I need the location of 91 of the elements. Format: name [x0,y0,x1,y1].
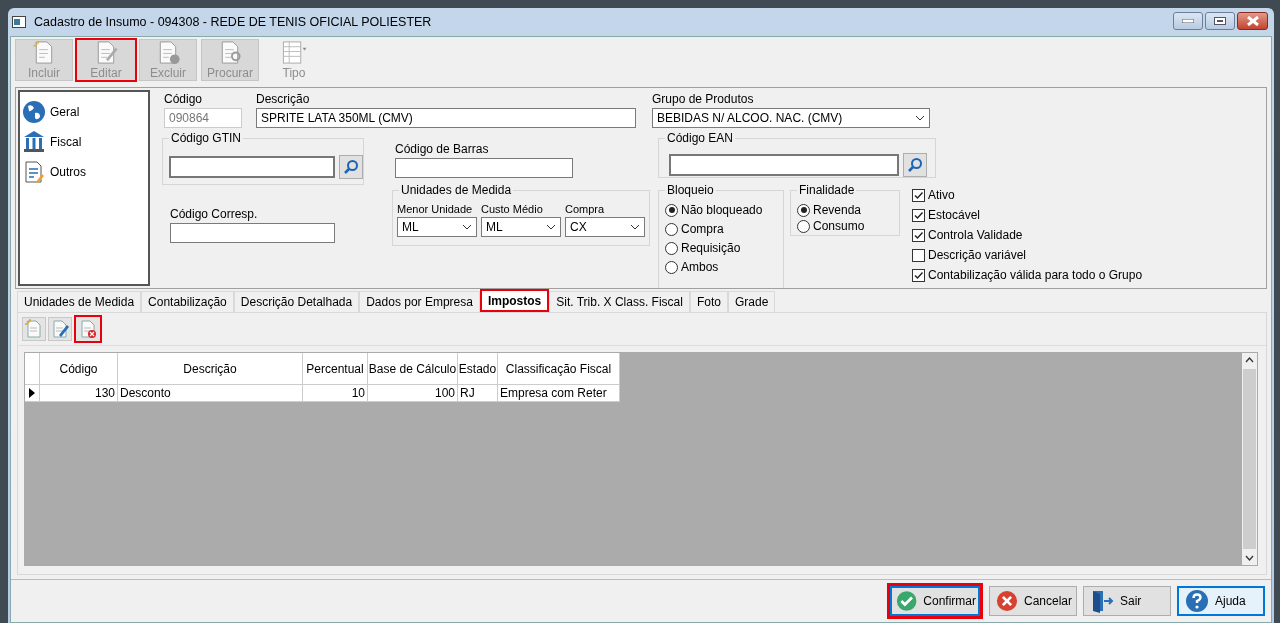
checkmark-icon [913,229,924,241]
radio-option[interactable]: Ambos [665,260,783,274]
help-icon [1185,589,1209,613]
radio-option[interactable]: Não bloqueado [665,203,783,217]
globe-icon [22,100,46,124]
tab[interactable]: Impostos [479,289,550,312]
group-title: Código EAN [665,131,736,145]
table-cell: Desconto [118,385,303,402]
field-label: Menor Unidade [397,203,474,215]
table-cell: 100 [368,385,458,402]
field-label: Código Corresp. [170,207,259,221]
table-cell: 10 [303,385,368,402]
scrollbar[interactable] [1242,353,1257,565]
tab[interactable]: Contabilização [141,291,234,312]
document-delete-icon [79,319,97,339]
radio-option[interactable]: Consumo [797,219,899,233]
radio-option[interactable]: Requisição [665,241,783,255]
maximize-button[interactable] [1205,12,1235,30]
exit-button[interactable]: Sair [1083,586,1171,616]
minimize-button[interactable] [1173,12,1203,30]
edit-row-button[interactable] [48,317,72,341]
field-label: Grupo de Produtos [652,92,755,106]
window-title: Cadastro de Insumo - 094308 - REDE DE TENIS OFICIAL POLIESTER [34,15,433,29]
restore-icon [1214,17,1226,25]
sidebar-item[interactable]: Outros [22,160,148,184]
chevron-icon [462,224,472,230]
delete-row-button[interactable] [74,315,102,343]
tab[interactable]: Descrição Detalhada [233,291,360,312]
sidebar-item[interactable]: Fiscal [22,130,148,154]
search-icon [343,159,359,175]
description-field[interactable]: SPRITE LATA 350ML (CMV) [256,108,636,128]
chevron-icon [630,224,640,230]
field-label: Código [164,92,204,106]
document-pencil-icon [51,319,69,339]
new-document-icon [25,319,43,339]
confirm-button[interactable]: Confirmar [887,583,983,619]
unit-dropdown[interactable]: ML [481,217,561,237]
table-icon [280,40,308,65]
tab[interactable]: Grade [728,291,776,312]
tab[interactable]: Dados por Empresa [359,291,480,312]
close-button[interactable] [1237,12,1268,30]
check-icon [896,589,918,613]
radio-option[interactable]: Compra [665,222,783,236]
tab[interactable]: Unidades de Medida [17,291,142,312]
unit-dropdown[interactable]: ML [397,217,477,237]
sidebar-item[interactable]: Geral [22,100,148,124]
current-row-icon [29,388,35,398]
bank-icon [22,130,46,154]
field-label: Custo Médio [481,203,544,215]
search-icon [907,157,923,173]
table-cell: Empresa com Reter [498,385,620,402]
corresp-code-field[interactable] [170,223,335,243]
search-button[interactable] [903,153,927,177]
cancel-button[interactable]: Cancelar [989,586,1077,616]
checkmark-icon [913,189,924,201]
close-icon [1246,16,1259,26]
chevron-icon [915,115,925,121]
group-title: Código GTIN [169,131,244,145]
window-icon [12,16,26,28]
checkmark-icon [913,269,924,281]
table-cell: 130 [40,385,118,402]
checkbox-option[interactable]: Estocável [912,208,1143,222]
field-label: Código de Barras [395,142,490,156]
gtin-field[interactable] [169,156,335,178]
unit-dropdown[interactable]: CX [565,217,645,237]
checkbox-option[interactable]: Controla Validade [912,228,1143,242]
group-title: Bloqueio [665,183,716,197]
document-icon [22,160,46,184]
help-button[interactable]: Ajuda [1177,586,1265,616]
group-title: Finalidade [797,183,857,197]
radio-option[interactable]: Revenda [797,203,899,217]
chevron-icon [546,224,556,230]
table-cell: RJ [458,385,498,402]
scroll-down-icon [1245,555,1254,561]
search-button[interactable] [339,155,363,179]
minimize-icon [1182,19,1194,23]
field-label: Compra [565,203,606,215]
checkmark-icon [913,209,924,221]
checkbox-option[interactable]: Contabilização válida para todo o Grupo [912,268,1143,282]
exit-door-icon [1090,589,1114,613]
tab[interactable]: Sit. Trib. X Class. Fiscal [549,291,690,312]
checkbox-option[interactable]: Descrição variável [912,248,1143,262]
scroll-up-icon [1245,357,1254,363]
ean-field[interactable] [669,154,899,176]
barcode-field[interactable] [395,158,573,178]
cancel-icon [996,589,1018,613]
group-title: Unidades de Medida [399,183,514,197]
checkbox-option[interactable]: Ativo [912,188,1143,202]
tab[interactable]: Foto [689,291,728,312]
field-label: Descrição [256,92,311,106]
product-group-dropdown[interactable]: BEBIDAS N/ ALCOO. NAC. (CMV) [652,108,930,128]
